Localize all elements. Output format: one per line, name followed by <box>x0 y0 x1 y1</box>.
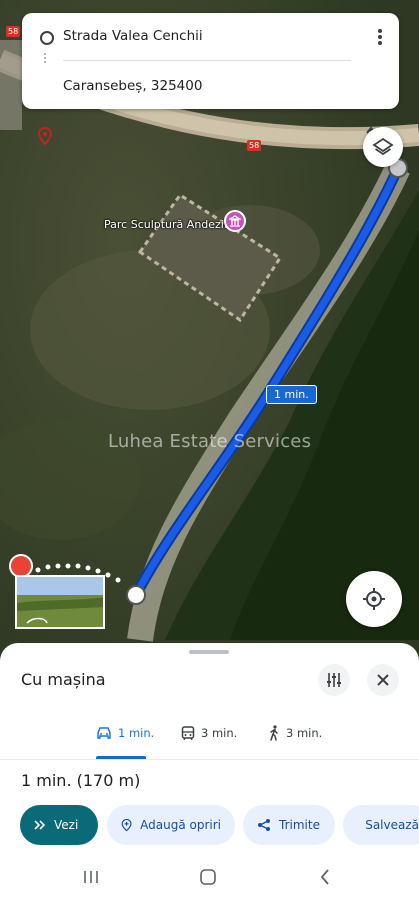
museum-icon[interactable] <box>224 210 246 232</box>
home-button[interactable] <box>196 865 220 889</box>
tab-walking-label: 3 min. <box>286 726 323 740</box>
more-options-icon[interactable] <box>377 27 383 47</box>
origin-row[interactable]: Strada Valea Cenchii <box>22 13 399 59</box>
route-options-button[interactable] <box>318 664 350 696</box>
save-label: Salvează <box>365 818 419 832</box>
road-shield: 58 <box>6 26 21 37</box>
send-label: Trimite <box>279 818 320 832</box>
layers-icon <box>372 137 394 156</box>
tab-driving[interactable]: 1 min. <box>96 713 154 753</box>
add-stops-label: Adaugă opriri <box>140 818 221 832</box>
travel-mode-tabs: 1 min. 3 min. 3 min. <box>0 713 419 759</box>
transit-icon <box>181 725 195 740</box>
divider <box>63 60 351 61</box>
walk-icon <box>270 725 278 741</box>
tab-walking[interactable]: 3 min. <box>268 713 322 753</box>
route-summary: 1 min. (170 m) <box>21 771 141 790</box>
my-location-button[interactable] <box>346 571 402 627</box>
destination-pin-icon <box>38 127 52 145</box>
tune-icon <box>327 673 341 687</box>
origin-field[interactable]: Strada Valea Cenchii <box>63 28 203 44</box>
sheet-title: Cu mașina <box>21 670 106 689</box>
tab-transit[interactable]: 3 min. <box>181 713 237 753</box>
destination-field[interactable]: Caransebeș, 325400 <box>63 78 202 94</box>
send-button[interactable]: Trimite <box>243 805 335 845</box>
close-button[interactable] <box>367 664 399 696</box>
divider <box>0 759 419 760</box>
home-icon <box>200 869 216 885</box>
navigate-icon <box>34 820 46 830</box>
share-icon <box>258 819 270 831</box>
tab-transit-label: 3 min. <box>201 726 238 740</box>
destination-row[interactable]: Caransebeș, 325400 <box>22 63 399 146</box>
street-view-thumbnail[interactable] <box>15 575 105 629</box>
car-icon <box>97 727 111 739</box>
recent-apps-button[interactable] <box>79 865 103 889</box>
map-view[interactable]: 58 58 Strada Valea Cenchii Caransebeș, 3… <box>0 0 419 700</box>
save-button[interactable]: Salvează <box>343 805 419 845</box>
view-button[interactable]: Vezi <box>20 805 98 845</box>
directions-card: Strada Valea Cenchii Caransebeș, 325400 <box>22 13 399 146</box>
watermark: Luhea Estate Services <box>108 431 312 452</box>
add-stop-icon <box>121 818 132 832</box>
road-shield: 58 <box>247 140 262 151</box>
recent-apps-icon <box>84 871 98 883</box>
view-button-label: Vezi <box>54 818 79 832</box>
system-nav-bar <box>0 853 419 900</box>
origin-icon <box>40 31 54 45</box>
crosshair-icon <box>363 588 385 610</box>
tab-driving-label: 1 min. <box>118 726 155 740</box>
drag-handle[interactable] <box>189 650 229 654</box>
directions-sheet: Cu mașina 1 min. 3 min. 3 min. 1 min. (1… <box>0 643 419 900</box>
route-duration-label[interactable]: 1 min. <box>266 385 317 404</box>
back-icon <box>320 869 329 885</box>
poi-label[interactable]: Parc Sculptură Andezit <box>104 218 228 231</box>
close-icon <box>377 674 389 686</box>
layers-button[interactable] <box>363 127 403 167</box>
back-button[interactable] <box>313 865 337 889</box>
add-stops-button[interactable]: Adaugă opriri <box>107 805 235 845</box>
